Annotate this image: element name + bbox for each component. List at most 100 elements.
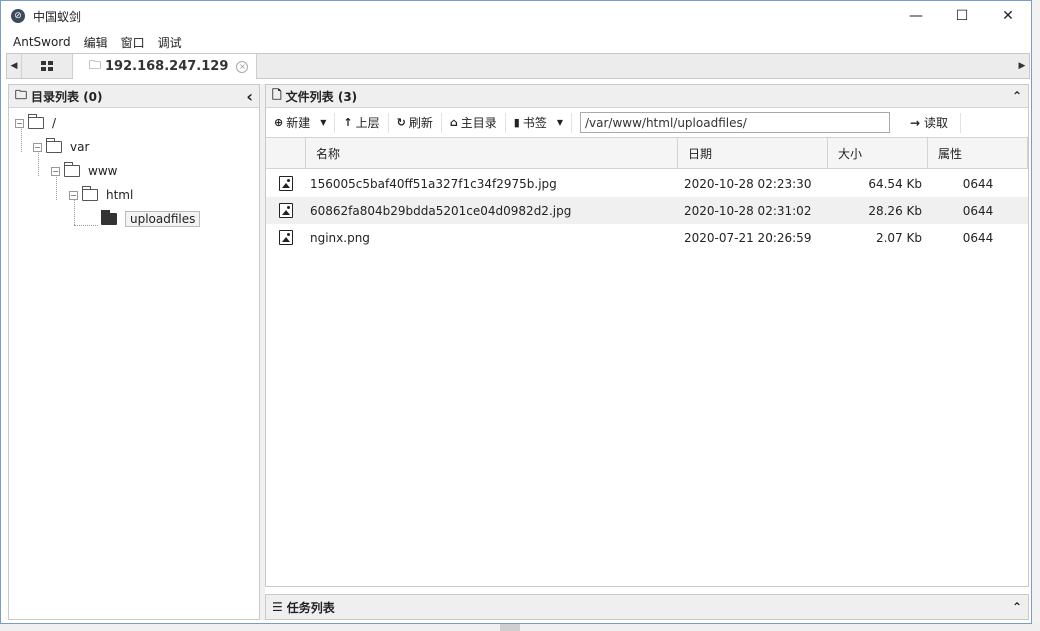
file-attr: 0644 [962,230,994,245]
task-panel: ☰ 任务列表 ⌃ [265,594,1029,620]
tree-node-root[interactable]: − / [15,114,56,132]
tab-home[interactable] [21,54,73,78]
refresh-button-label: 刷新 [408,116,433,130]
bookmark-button-label: 书签 [522,116,547,130]
tab-bar: ◀ 🗀 192.168.247.129 × ▶ [6,53,1030,79]
column-size[interactable]: 大小 [828,138,928,168]
tab-scroll-right-icon[interactable]: ▶ [1015,54,1029,78]
menu-window[interactable]: 窗口 [115,34,152,51]
file-toolbar: ⊕ 新建 ▼ ↑ 上层 ↻ 刷新 ⌂ 主目录 ▮ 书签 ▼ → 读取 [266,108,1028,138]
home-icon: ⌂ [449,116,458,129]
task-panel-title: 任务列表 [286,600,335,615]
expand-up-icon[interactable]: ⌃ [1012,600,1022,614]
tree-node-var[interactable]: − var [33,138,89,156]
menu-edit[interactable]: 编辑 [78,34,115,51]
file-panel: 🗋 文件列表 (3) ⌃ ⊕ 新建 ▼ ↑ 上层 ↻ 刷新 ⌂ 主目录 ▮ 书签… [265,84,1029,587]
folder-icon [82,186,98,201]
file-grid-body: 156005c5baf40ff51a327f1c34f2975b.jpg 202… [266,169,1028,251]
collapse-node-icon[interactable]: − [15,118,24,128]
menu-debug[interactable]: 调试 [152,34,189,51]
column-attr[interactable]: 属性 [928,138,1028,168]
read-button-label: 读取 [924,116,949,130]
folder-icon [46,138,62,153]
folder-filled-icon [101,210,117,225]
directory-panel-title: 目录列表 (0) [31,89,103,104]
title-bar: ⊘ 中国蚁剑 — ☐ ✕ [1,1,1031,31]
refresh-button[interactable]: ↻ 刷新 [389,112,442,133]
directory-panel: 🗀 目录列表 (0) ‹ − / − var − www − html uplo… [8,84,260,620]
path-input[interactable] [579,112,890,133]
file-panel-title: 文件列表 (3) [285,89,358,104]
image-file-icon [279,203,293,218]
column-date[interactable]: 日期 [678,138,828,168]
arrow-right-icon: → [909,115,921,130]
new-button[interactable]: ⊕ 新建 ▼ [266,112,336,133]
file-outline-icon: 🗋 [272,87,282,102]
file-date: 2020-10-28 02:31:02 [684,203,812,218]
file-size: 2.07 Kb [875,230,922,245]
file-date: 2020-07-21 20:26:59 [684,230,812,245]
folder-icon [28,114,44,129]
collapse-node-icon[interactable]: − [69,190,78,200]
collapse-up-icon[interactable]: ⌃ [1012,89,1022,103]
tab-scroll-left-icon[interactable]: ◀ [7,54,21,78]
antsword-logo-icon: ⊘ [11,9,25,23]
image-file-icon [279,230,293,245]
menu-antsword[interactable]: AntSword [7,35,78,49]
file-attr: 0644 [962,203,994,218]
refresh-icon: ↻ [396,116,406,129]
new-button-label: 新建 [286,116,311,130]
table-row[interactable]: 156005c5baf40ff51a327f1c34f2975b.jpg 202… [266,170,1028,197]
folder-outline-icon: 🗀 [89,58,102,72]
column-name[interactable]: 名称 [306,138,678,168]
column-icon [266,138,306,168]
tree-node-uploadfiles[interactable]: uploadfiles [101,210,201,228]
tree-node-label: / [52,116,57,130]
file-grid-header: 名称 日期 大小 属性 [266,138,1028,169]
tab-label: 192.168.247.129 [105,59,229,74]
maximize-button[interactable]: ☐ [939,1,985,31]
tab-close-icon[interactable]: × [236,60,249,73]
file-size: 64.54 Kb [868,176,922,191]
image-file-icon [279,176,293,191]
bookmark-icon: ▮ [513,116,520,129]
arrow-up-icon: ↑ [343,116,353,129]
tree-node-label: var [70,140,90,154]
close-button[interactable]: ✕ [985,1,1031,31]
file-panel-header: 🗋 文件列表 (3) ⌃ [266,85,1028,108]
folder-icon [64,162,80,177]
tree-node-html[interactable]: − html [69,186,133,204]
menu-bar: AntSword 编辑 窗口 调试 [1,31,1031,53]
file-name: 156005c5baf40ff51a327f1c34f2975b.jpg [310,176,557,191]
collapse-node-icon[interactable]: − [33,142,42,152]
read-button[interactable]: → 读取 [898,112,962,133]
file-size: 28.26 Kb [868,203,922,218]
up-button[interactable]: ↑ 上层 [335,112,389,133]
file-attr: 0644 [962,176,994,191]
table-row[interactable]: 60862fa804b29bdda5201ce04d0982d2.jpg 202… [266,197,1028,224]
minimize-button[interactable]: — [893,1,939,31]
collapse-left-icon[interactable]: ‹ [246,87,253,106]
up-button-label: 上层 [355,116,380,130]
tab-shell-session[interactable]: 🗀 192.168.247.129 × [73,54,258,79]
collapse-node-icon[interactable]: − [51,166,60,176]
plus-circle-icon: ⊕ [274,116,284,129]
bookmark-button[interactable]: ▮ 书签 ▼ [506,112,572,133]
home-button[interactable]: ⌂ 主目录 [442,112,506,133]
window-title: 中国蚁剑 [33,9,82,24]
tree-node-www[interactable]: − www [51,162,117,180]
grid-icon [41,61,53,71]
file-name: nginx.png [310,230,370,245]
chevron-down-icon: ▼ [320,118,327,127]
directory-panel-header: 🗀 目录列表 (0) ‹ [9,85,259,108]
tree-node-label: uploadfiles [125,211,201,227]
file-name: 60862fa804b29bdda5201ce04d0982d2.jpg [310,203,572,218]
home-button-label: 主目录 [460,116,497,130]
folder-outline-icon: 🗀 [15,87,28,102]
chevron-down-icon: ▼ [556,118,563,127]
tree-node-label: html [106,188,134,202]
file-date: 2020-10-28 02:23:30 [684,176,812,191]
table-row[interactable]: nginx.png 2020-07-21 20:26:59 2.07 Kb 06… [266,224,1028,251]
tree-node-label: www [88,164,118,178]
list-icon: ☰ [272,600,283,614]
